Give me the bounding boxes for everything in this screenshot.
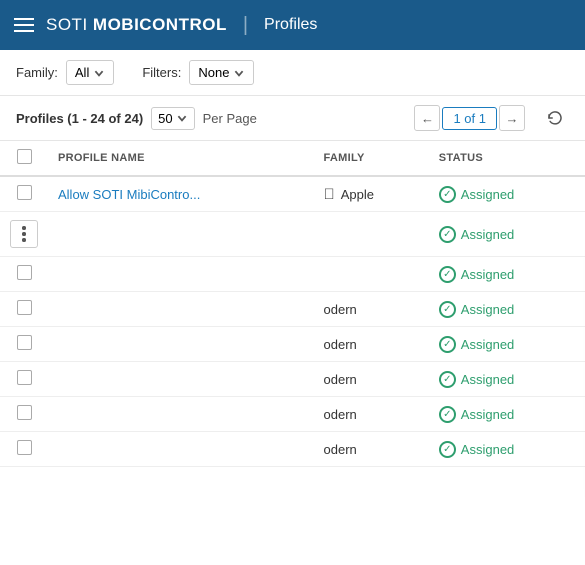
table-row: ✓ Assigned PROFILE ACTIONS i	[0, 212, 585, 257]
family-select[interactable]: All	[66, 60, 114, 85]
status-check-icon: ✓	[439, 336, 456, 353]
table-row: ✓ Assigned	[0, 257, 585, 292]
table-row: Allow SOTI MibiContro...  Apple ✓ Assig…	[0, 176, 585, 212]
filters-select[interactable]: None	[189, 60, 254, 85]
page-size-select[interactable]: 50	[151, 107, 194, 130]
table-row: odern ✓ Assigned	[0, 327, 585, 362]
table-row: odern ✓ Assigned	[0, 397, 585, 432]
table-row: odern ✓ Assigned	[0, 292, 585, 327]
status-cell: ✓ Assigned	[439, 186, 575, 203]
status-check-icon: ✓	[439, 226, 456, 243]
table-wrapper: PROFILE NAME FAMILY STATUS Allow SOTI Mi…	[0, 141, 585, 467]
status-label: Assigned	[461, 442, 514, 457]
page-indicator: 1 of 1	[442, 107, 497, 130]
status-label: Assigned	[461, 302, 514, 317]
header: SOTI MOBICONTROL | Profiles	[0, 0, 585, 50]
menu-icon[interactable]	[14, 18, 34, 32]
pagination-info: Profiles (1 - 24 of 24)	[16, 111, 143, 126]
status-check-icon: ✓	[439, 266, 456, 283]
family-name: odern	[324, 302, 357, 317]
page-nav: ← 1 of 1 →	[414, 105, 525, 131]
row-checkbox[interactable]	[17, 405, 32, 420]
row-checkbox[interactable]	[17, 335, 32, 350]
select-all-checkbox[interactable]	[17, 149, 32, 164]
profile-name-link[interactable]: Allow SOTI MibiContro...	[58, 187, 200, 202]
family-name: Apple	[341, 187, 374, 202]
family-name: odern	[324, 372, 357, 387]
row-checkbox[interactable]	[17, 265, 32, 280]
refresh-button[interactable]	[541, 104, 569, 132]
profiles-table: PROFILE NAME FAMILY STATUS Allow SOTI Mi…	[0, 141, 585, 467]
per-page-label: Per Page	[203, 111, 257, 126]
app-logo: SOTI MOBICONTROL	[46, 15, 227, 35]
col-profile-name: PROFILE NAME	[48, 141, 314, 176]
pagination-bar: Profiles (1 - 24 of 24) 50 Per Page ← 1 …	[0, 96, 585, 141]
status-cell: ✓ Assigned	[439, 226, 575, 243]
status-check-icon: ✓	[439, 186, 456, 203]
family-name: odern	[324, 337, 357, 352]
status-check-icon: ✓	[439, 301, 456, 318]
row-checkbox[interactable]	[17, 185, 32, 200]
table-row: odern ✓ Assigned	[0, 362, 585, 397]
table-row: odern ✓ Assigned	[0, 432, 585, 467]
logo-text: SOTI	[46, 15, 88, 34]
logo-bold: MOBICONTROL	[93, 15, 227, 34]
header-divider: |	[243, 14, 248, 37]
col-status: STATUS	[429, 141, 585, 176]
toolbar: Family: All Filters: None	[0, 50, 585, 96]
row-checkbox[interactable]	[17, 370, 32, 385]
status-label: Assigned	[461, 267, 514, 282]
status-label: Assigned	[461, 227, 514, 242]
row-checkbox[interactable]	[17, 440, 32, 455]
family-name: odern	[324, 442, 357, 457]
status-label: Assigned	[461, 407, 514, 422]
page-title: Profiles	[264, 16, 317, 34]
next-page-button[interactable]: →	[499, 105, 525, 131]
family-cell:  Apple	[324, 186, 419, 203]
filters-label: Filters:	[142, 65, 181, 80]
status-label: Assigned	[461, 187, 514, 202]
family-label: Family:	[16, 65, 58, 80]
apple-icon: 	[324, 186, 335, 203]
status-check-icon: ✓	[439, 441, 456, 458]
family-name: odern	[324, 407, 357, 422]
status-label: Assigned	[461, 372, 514, 387]
status-check-icon: ✓	[439, 406, 456, 423]
col-family: FAMILY	[314, 141, 429, 176]
context-menu-button[interactable]	[10, 220, 38, 248]
status-label: Assigned	[461, 337, 514, 352]
prev-page-button[interactable]: ←	[414, 105, 440, 131]
status-check-icon: ✓	[439, 371, 456, 388]
row-checkbox[interactable]	[17, 300, 32, 315]
